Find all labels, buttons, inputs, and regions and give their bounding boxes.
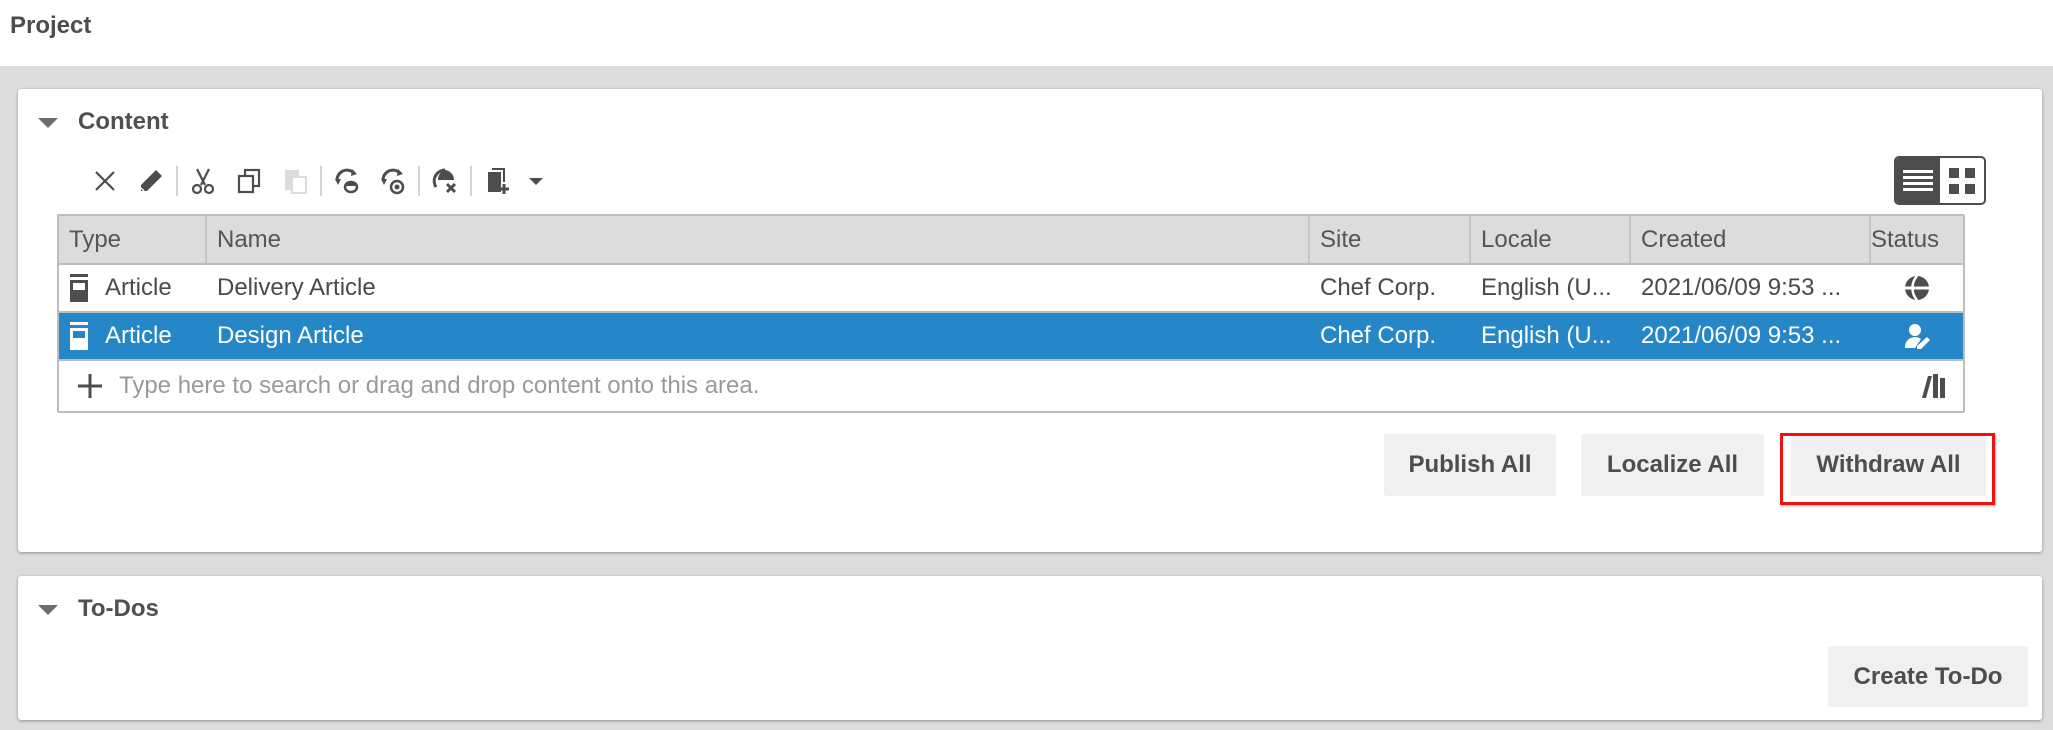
localize-all-button[interactable]: Localize All xyxy=(1581,434,1764,496)
library-button[interactable] xyxy=(1903,372,1963,400)
create-todo-button[interactable]: Create To-Do xyxy=(1828,646,2028,707)
content-panel-header[interactable]: Content xyxy=(38,107,169,137)
library-icon xyxy=(1922,374,1945,398)
todos-panel-title: To-Dos xyxy=(78,595,159,622)
list-view-icon xyxy=(1903,169,1933,191)
sync-icon xyxy=(335,168,359,194)
table-row-selected[interactable]: Article Design Article Chef Corp. Englis… xyxy=(59,313,1963,361)
withdraw-all-button[interactable]: Withdraw All xyxy=(1791,434,1986,496)
published-globe-icon xyxy=(1905,275,1929,301)
view-toggle xyxy=(1894,156,1986,205)
collapse-caret-icon[interactable] xyxy=(38,605,58,615)
created-cell: 2021/06/09 9:53 ... xyxy=(1641,274,1842,301)
withdraw-button[interactable] xyxy=(422,161,468,201)
toolbar-separator xyxy=(418,166,420,196)
grid-view-icon xyxy=(1949,167,1975,194)
sync-check-icon xyxy=(381,168,405,195)
column-header-created[interactable]: Created xyxy=(1631,216,1871,263)
toolbar-separator xyxy=(320,166,322,196)
table-header: Type Name Site Locale Created Status xyxy=(59,216,1963,265)
type-cell: Article xyxy=(59,265,207,311)
add-content-row xyxy=(59,361,1963,411)
create-dropdown-button[interactable] xyxy=(520,161,552,201)
created-cell: 2021/06/09 9:53 ... xyxy=(1641,322,1842,349)
copy-button[interactable] xyxy=(226,161,272,201)
user-edit-icon xyxy=(1904,324,1930,349)
article-icon xyxy=(70,274,88,302)
content-panel: Content Type Name Site Locale Created St… xyxy=(18,89,2042,552)
new-document-icon xyxy=(488,168,509,194)
content-panel-title: Content xyxy=(78,108,169,135)
close-icon xyxy=(95,171,115,191)
type-cell: Article xyxy=(59,313,207,359)
edit-button[interactable] xyxy=(128,161,174,201)
name-cell: Delivery Article xyxy=(217,274,376,301)
site-cell: Chef Corp. xyxy=(1320,274,1437,301)
content-search-input[interactable] xyxy=(117,361,1903,411)
column-header-name[interactable]: Name xyxy=(207,216,1310,263)
chevron-down-icon xyxy=(529,177,543,185)
close-button[interactable] xyxy=(82,161,128,201)
copy-icon xyxy=(237,168,261,194)
toolbar-separator xyxy=(470,166,472,196)
todos-panel: To-Dos Create To-Do xyxy=(18,576,2042,720)
list-view-button[interactable] xyxy=(1896,158,1940,203)
table-row[interactable]: Article Delivery Article Chef Corp. Engl… xyxy=(59,265,1963,313)
article-icon xyxy=(70,322,88,350)
globe-x-icon xyxy=(432,168,457,194)
content-toolbar xyxy=(82,161,552,201)
cut-button[interactable] xyxy=(180,161,226,201)
site-cell: Chef Corp. xyxy=(1320,322,1437,349)
name-cell: Design Article xyxy=(217,322,364,349)
plus-icon xyxy=(78,374,102,398)
locale-cell: English (U... xyxy=(1481,322,1612,349)
grid-view-button[interactable] xyxy=(1940,158,1984,203)
todos-panel-header[interactable]: To-Dos xyxy=(38,594,159,624)
column-header-status[interactable]: Status xyxy=(1871,216,1963,263)
create-content-button[interactable] xyxy=(474,161,520,201)
content-table: Type Name Site Locale Created Status Art… xyxy=(57,214,1965,413)
column-header-type[interactable]: Type xyxy=(59,216,207,263)
column-header-locale[interactable]: Locale xyxy=(1471,216,1631,263)
header-bar: Project xyxy=(0,0,2053,66)
collapse-caret-icon[interactable] xyxy=(38,118,58,128)
add-button[interactable] xyxy=(59,372,117,400)
paste-icon xyxy=(285,170,307,194)
sync-check-button[interactable] xyxy=(370,161,416,201)
pencil-icon xyxy=(140,170,162,192)
page-title: Project xyxy=(10,12,92,39)
sync-button[interactable] xyxy=(324,161,370,201)
type-label: Article xyxy=(105,274,172,301)
toolbar-separator xyxy=(176,166,178,196)
column-header-site[interactable]: Site xyxy=(1310,216,1471,263)
paste-button[interactable] xyxy=(272,161,318,201)
type-label: Article xyxy=(105,322,172,349)
scissors-icon xyxy=(191,168,215,195)
status-cell xyxy=(1871,265,1963,311)
status-cell xyxy=(1871,313,1963,359)
locale-cell: English (U... xyxy=(1481,274,1612,301)
publish-all-button[interactable]: Publish All xyxy=(1384,434,1556,496)
